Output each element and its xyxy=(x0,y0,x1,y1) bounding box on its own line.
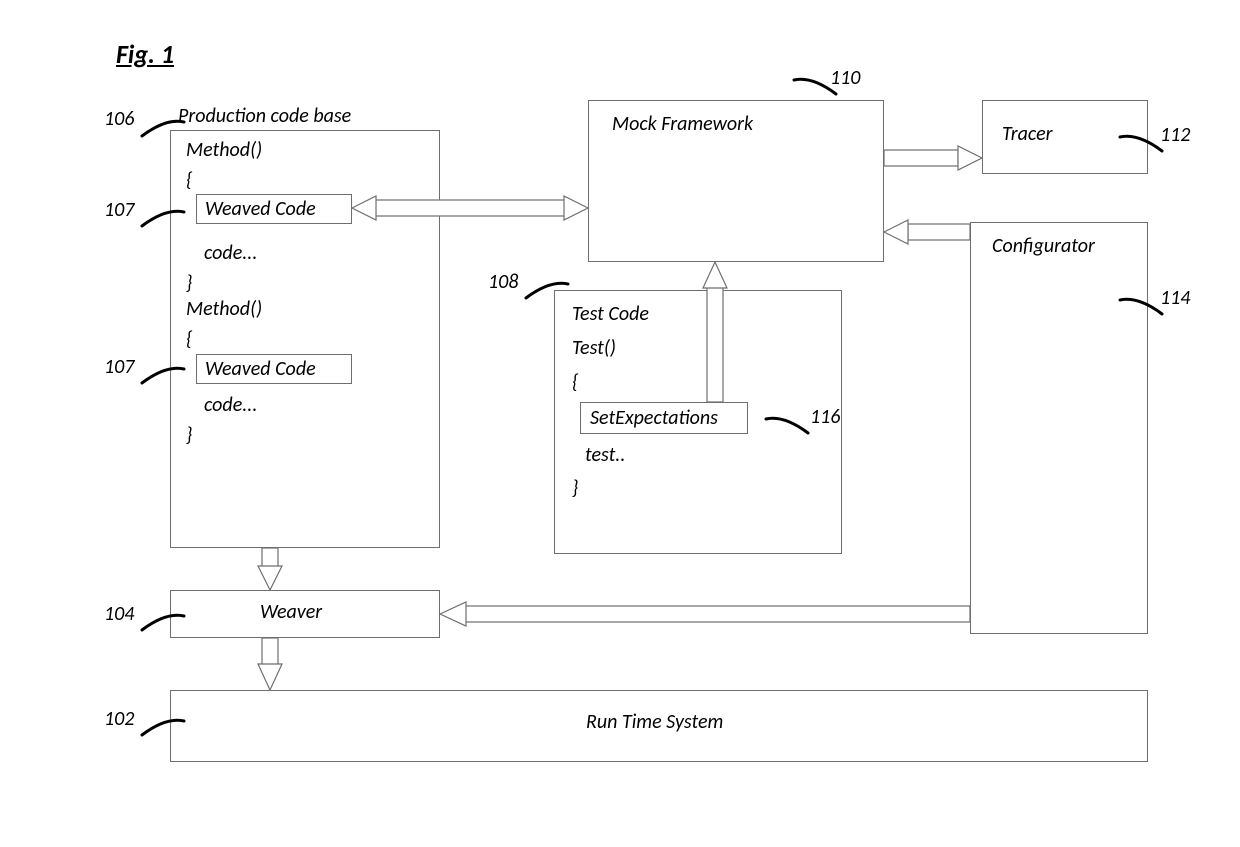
arrow-configurator-to-mock xyxy=(884,220,970,244)
ref-108: 108 xyxy=(488,270,518,294)
ref-107b-tick xyxy=(138,365,186,387)
ref-110-tick xyxy=(792,76,840,98)
set-expectations-label: SetExpectations xyxy=(590,406,718,430)
ref-102: 102 xyxy=(104,707,134,731)
prod-brace-close-2: } xyxy=(186,423,192,447)
prod-method1: Method() xyxy=(186,138,262,162)
mock-framework-label: Mock Framework xyxy=(612,112,753,136)
configurator-label: Configurator xyxy=(992,234,1095,258)
ref-106-tick xyxy=(138,118,186,140)
figure-title: Fig. 1 xyxy=(116,38,174,70)
prod-code1: code... xyxy=(204,241,257,265)
prod-method2: Method() xyxy=(186,297,262,321)
test-brace-open: { xyxy=(572,370,578,394)
ref-102-tick xyxy=(138,717,186,739)
ref-116-tick xyxy=(764,415,812,437)
diagram-stage: Fig. 1 Production code base Method() { W… xyxy=(0,0,1240,847)
ref-112-tick xyxy=(1118,133,1166,155)
ref-107a-tick xyxy=(138,208,186,230)
prod-brace-close-1: } xyxy=(186,271,192,295)
arrow-weaver-to-runtime xyxy=(258,638,282,690)
ref-104: 104 xyxy=(104,602,134,626)
ref-114-tick xyxy=(1118,296,1166,318)
arrow-prod-to-weaver xyxy=(258,548,282,590)
production-code-box xyxy=(170,130,440,548)
arrow-mock-to-tracer xyxy=(884,146,982,170)
runtime-system-label: Run Time System xyxy=(586,710,723,734)
prod-brace-open-1: { xyxy=(186,168,192,192)
configurator-box xyxy=(970,222,1148,634)
tracer-label: Tracer xyxy=(1002,122,1053,146)
test-brace-close: } xyxy=(572,476,578,500)
ref-106: 106 xyxy=(104,107,134,131)
arrow-configurator-to-weaver xyxy=(440,602,970,626)
ref-104-tick xyxy=(138,612,186,634)
ref-116: 116 xyxy=(810,405,840,429)
test-fn: Test() xyxy=(572,336,616,360)
test-line: test.. xyxy=(585,443,625,467)
test-code-title: Test Code xyxy=(572,302,649,326)
ref-107b: 107 xyxy=(104,355,134,379)
weaved-code-1: Weaved Code xyxy=(205,197,316,221)
weaved-code-2: Weaved Code xyxy=(205,357,316,381)
prod-code2: code... xyxy=(204,393,257,417)
prod-brace-open-2: { xyxy=(186,327,192,351)
production-code-title: Production code base xyxy=(178,104,351,128)
weaver-label: Weaver xyxy=(260,600,322,624)
ref-108-tick xyxy=(522,280,570,302)
ref-107a: 107 xyxy=(104,198,134,222)
